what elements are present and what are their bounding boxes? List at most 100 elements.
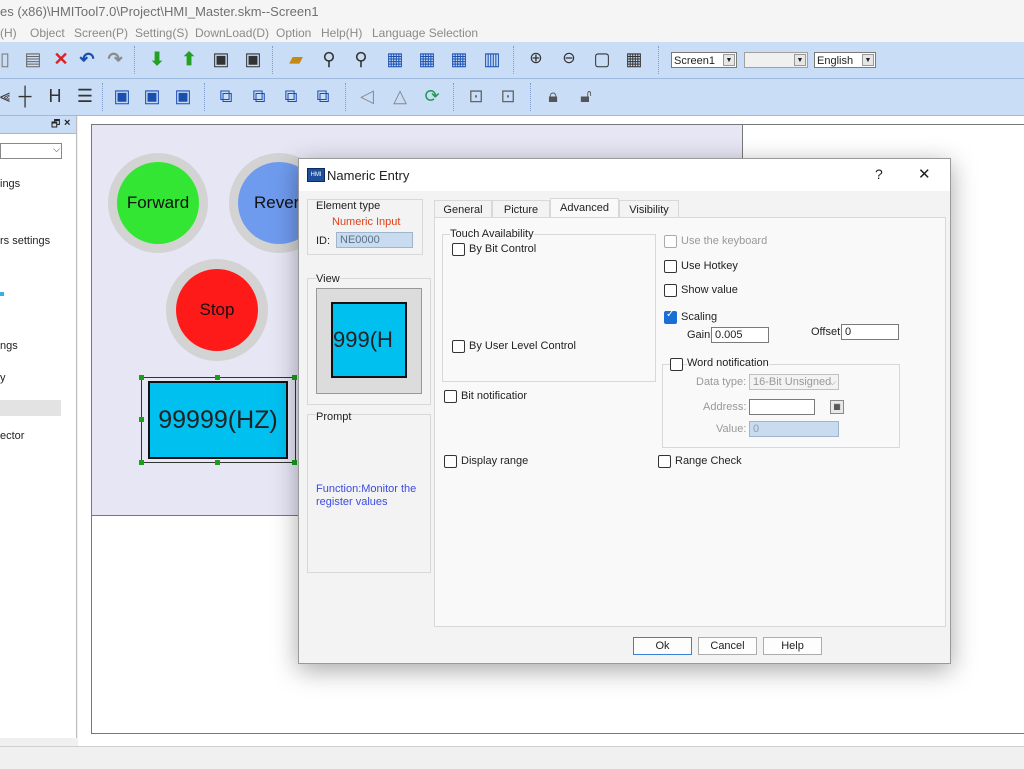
panel-select[interactable]: ⌵ (0, 143, 62, 159)
word-notification-checkbox[interactable] (670, 358, 683, 371)
text-library-icon[interactable]: ▥ (481, 48, 503, 70)
tree-item[interactable]: ector (0, 430, 24, 442)
same-width-icon[interactable]: Н (44, 85, 66, 107)
tree-item-selected[interactable] (0, 400, 61, 416)
zoom-out-icon[interactable]: ⊖ (558, 48, 580, 70)
center-icon[interactable]: ▣ (172, 85, 194, 107)
flip-horizontal-icon[interactable]: ◁ (356, 85, 378, 107)
cancel-button[interactable]: Cancel (698, 637, 757, 655)
resize-handle[interactable] (139, 460, 144, 465)
menu-item-download[interactable]: DownLoad(D) (195, 24, 269, 42)
menu-item-option[interactable]: Option (276, 24, 311, 42)
zoom-select[interactable]: ▼ (744, 52, 808, 68)
tab-picture[interactable]: Picture (492, 200, 550, 218)
zoom-in-icon[interactable]: ⊕ (525, 48, 547, 70)
help-button[interactable]: Help (763, 637, 822, 655)
tree-item[interactable]: y (0, 372, 6, 384)
lock-icon[interactable]: 🔒︎ (542, 85, 564, 107)
tree-item[interactable]: ngs (0, 340, 18, 352)
distribute-vertical-icon[interactable]: ☰ (74, 85, 96, 107)
bit-notification-checkbox[interactable] (444, 390, 457, 403)
close-icon[interactable]: ✕ (918, 165, 931, 183)
show-value-checkbox[interactable] (664, 284, 677, 297)
toolbar-separator (453, 83, 457, 111)
numeric-entry-element[interactable]: 99999(HZ) (148, 381, 288, 459)
send-backward-icon[interactable]: ⧉ (312, 85, 334, 107)
address-input[interactable] (749, 399, 815, 415)
resize-handle[interactable] (215, 460, 220, 465)
tab-general[interactable]: General (434, 200, 492, 218)
chevron-down-icon[interactable]: ▼ (862, 54, 874, 66)
rotate-icon[interactable]: ⟳ (421, 85, 443, 107)
chevron-down-icon[interactable]: ⌵ (53, 144, 60, 155)
range-check-checkbox[interactable] (658, 455, 671, 468)
chevron-down-icon[interactable]: ▼ (723, 54, 735, 66)
tree-item[interactable]: rs settings (0, 235, 50, 247)
group-icon[interactable]: ⊡ (465, 85, 487, 107)
language-select[interactable]: English ▼ (814, 52, 876, 68)
scaling-checkbox[interactable]: ✓ (664, 309, 677, 324)
chevron-down-icon[interactable]: ▼ (794, 54, 806, 66)
gain-input[interactable]: 0.005 (711, 327, 769, 343)
screen-select[interactable]: Screen1 ▼ (671, 52, 737, 68)
close-icon[interactable]: × (64, 117, 70, 129)
download-arrow-icon[interactable]: ⬇ (146, 48, 168, 70)
resize-handle[interactable] (292, 460, 297, 465)
display-range-label: Display range (461, 455, 529, 467)
forward-button[interactable]: Forward (117, 162, 199, 244)
help-icon[interactable]: ? (875, 166, 883, 182)
resize-handle[interactable] (139, 375, 144, 380)
grid-icon[interactable]: ▦ (623, 48, 645, 70)
use-hotkey-checkbox[interactable] (664, 260, 677, 273)
open-folder-icon[interactable]: ▰ (285, 48, 307, 70)
online-simulation-icon[interactable]: ▣ (242, 48, 264, 70)
new-file-icon[interactable]: ▯ (0, 48, 16, 70)
align-bottom-icon[interactable]: ▣ (111, 85, 133, 107)
resize-handle[interactable] (215, 375, 220, 380)
tab-advanced[interactable]: Advanced (550, 198, 619, 218)
menu-item-help-h[interactable]: (H) (0, 24, 17, 42)
undo-icon[interactable]: ↶ (76, 48, 98, 70)
restore-icon[interactable]: 🗗︎ (51, 117, 60, 134)
menu-item-screen[interactable]: Screen(P) (74, 24, 128, 42)
offset-input[interactable]: 0 (841, 324, 899, 340)
by-user-level-control-checkbox[interactable] (452, 340, 465, 353)
toolbar-separator (658, 46, 662, 74)
screen-properties-icon[interactable]: ▦ (384, 48, 406, 70)
flip-vertical-icon[interactable]: △ (389, 85, 411, 107)
ok-button[interactable]: Ok (633, 637, 692, 655)
tree-item[interactable]: ings (0, 178, 20, 190)
find-replace-icon[interactable]: ⚲ (350, 48, 372, 70)
stop-button[interactable]: Stop (176, 269, 258, 351)
upload-arrow-icon[interactable]: ⬆ (178, 48, 200, 70)
ungroup-icon[interactable]: ⊡ (497, 85, 519, 107)
table-icon[interactable]: ▦ (448, 48, 470, 70)
bring-to-front-icon[interactable]: ⧉ (215, 85, 237, 107)
grid-list-icon[interactable]: ▦ (416, 48, 438, 70)
menu-item-language-selection[interactable]: Language Selection (372, 24, 478, 42)
menu-item-object[interactable]: Object (30, 24, 65, 42)
redo-icon[interactable]: ↷ (104, 48, 126, 70)
menu-item-help[interactable]: Help(H) (321, 24, 362, 42)
align-center-icon[interactable]: ▣ (141, 85, 163, 107)
delete-icon[interactable]: ✕ (50, 48, 72, 70)
bring-forward-icon[interactable]: ⧉ (280, 85, 302, 107)
resize-handle[interactable] (292, 375, 297, 380)
by-bit-control-label: By Bit Control (469, 243, 537, 255)
unlock-icon[interactable]: 🔓︎ (575, 85, 597, 107)
chevron-down-icon: ⌵ (829, 377, 836, 387)
fit-screen-icon[interactable]: ▢ (591, 48, 613, 70)
numeric-entry-value: 99999(HZ) (158, 405, 278, 434)
send-to-back-icon[interactable]: ⧉ (248, 85, 270, 107)
menu-item-setting[interactable]: Setting(S) (135, 24, 188, 42)
tab-visibility[interactable]: Visibility (619, 200, 679, 218)
by-bit-control-checkbox[interactable] (452, 243, 465, 256)
paste-icon[interactable]: ▤ (22, 48, 44, 70)
resize-handle[interactable] (139, 417, 144, 422)
find-icon[interactable]: ⚲ (318, 48, 340, 70)
keypad-icon[interactable]: ▦ (830, 400, 844, 414)
distribute-horizontal-icon[interactable]: ┼ (14, 85, 36, 107)
offline-simulation-icon[interactable]: ▣ (210, 48, 232, 70)
display-range-checkbox[interactable] (444, 455, 457, 468)
use-keyboard-checkbox[interactable] (664, 235, 677, 248)
